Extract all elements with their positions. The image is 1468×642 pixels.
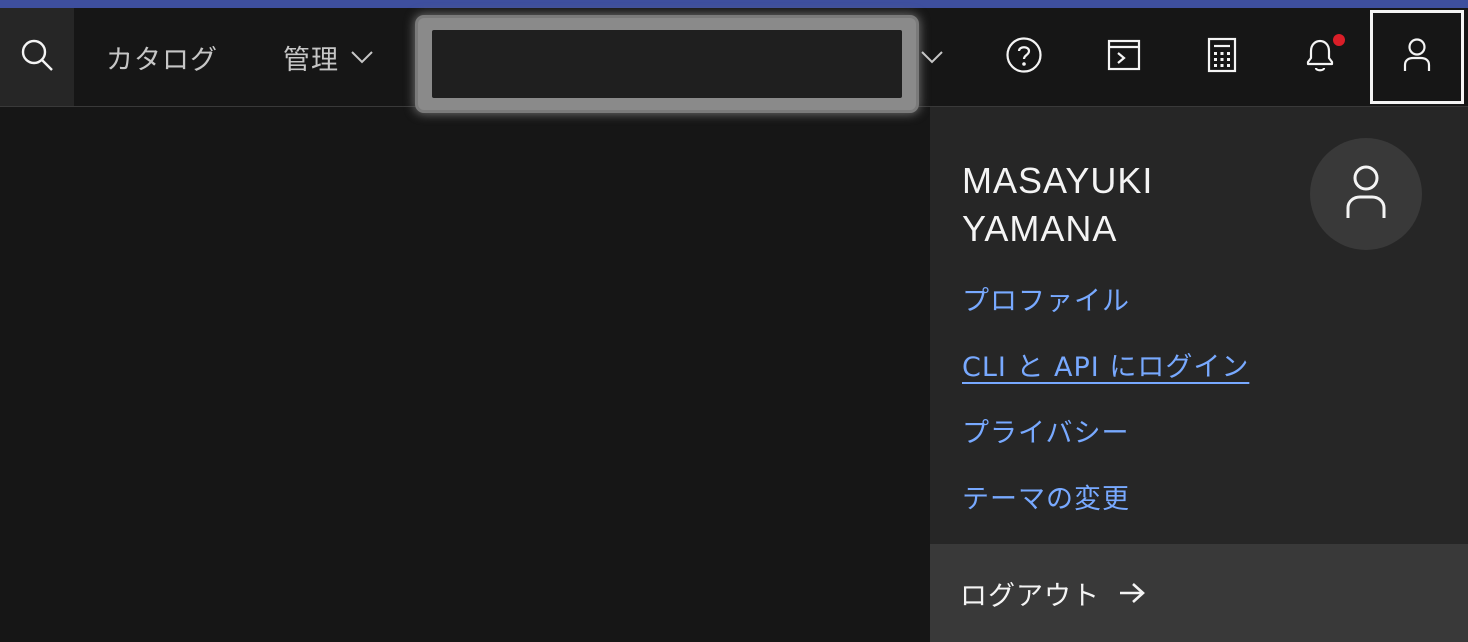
nav-catalog-label: カタログ bbox=[106, 44, 218, 76]
calculator-icon bbox=[1207, 37, 1237, 77]
user-name-line1: MASAYUKI bbox=[962, 160, 1154, 201]
avatar-user-icon bbox=[1344, 164, 1388, 224]
notifications-button[interactable] bbox=[1271, 8, 1369, 106]
cloud-shell-button[interactable] bbox=[1075, 8, 1173, 106]
avatar bbox=[1310, 138, 1422, 250]
help-button[interactable] bbox=[975, 8, 1073, 106]
cloud-shell-icon bbox=[1107, 38, 1141, 76]
profile-link[interactable]: プロファイル bbox=[962, 279, 1130, 318]
top-header: カタログ 管理 bbox=[0, 8, 1468, 110]
cost-estimator-button[interactable] bbox=[1173, 8, 1271, 106]
profile-panel: MASAYUKI YAMANA プロファイル CLI と API にログイン プ… bbox=[930, 107, 1468, 642]
logout-label: ログアウト bbox=[960, 580, 1100, 612]
privacy-link[interactable]: プライバシー bbox=[962, 411, 1129, 450]
notification-badge bbox=[1333, 34, 1345, 46]
account-chevron-down-icon[interactable] bbox=[920, 8, 944, 106]
user-menu-button[interactable] bbox=[1370, 10, 1464, 104]
account-switcher[interactable] bbox=[410, 14, 916, 110]
nav-manage-menu[interactable]: 管理 bbox=[283, 8, 373, 106]
redacted-area bbox=[418, 18, 916, 110]
change-theme-link[interactable]: テーマの変更 bbox=[962, 477, 1130, 516]
search-icon bbox=[20, 38, 54, 76]
nav-manage-label: 管理 bbox=[283, 44, 339, 76]
app-page: カタログ 管理 MASAYUKI YAMANA プロファイル CLI と API… bbox=[0, 0, 1468, 642]
top-accent-bar bbox=[0, 0, 1468, 8]
nav-catalog[interactable]: カタログ bbox=[106, 8, 218, 106]
logout-button[interactable]: ログアウト bbox=[930, 544, 1468, 642]
user-name-line2: YAMANA bbox=[962, 208, 1118, 249]
chevron-down-icon bbox=[351, 50, 373, 64]
help-icon bbox=[1005, 36, 1043, 78]
user-icon bbox=[1402, 37, 1432, 77]
search-button[interactable] bbox=[0, 8, 74, 106]
arrow-right-icon bbox=[1118, 582, 1146, 604]
user-display-name: MASAYUKI YAMANA bbox=[962, 157, 1282, 253]
cli-api-login-link[interactable]: CLI と API にログイン bbox=[962, 345, 1249, 384]
